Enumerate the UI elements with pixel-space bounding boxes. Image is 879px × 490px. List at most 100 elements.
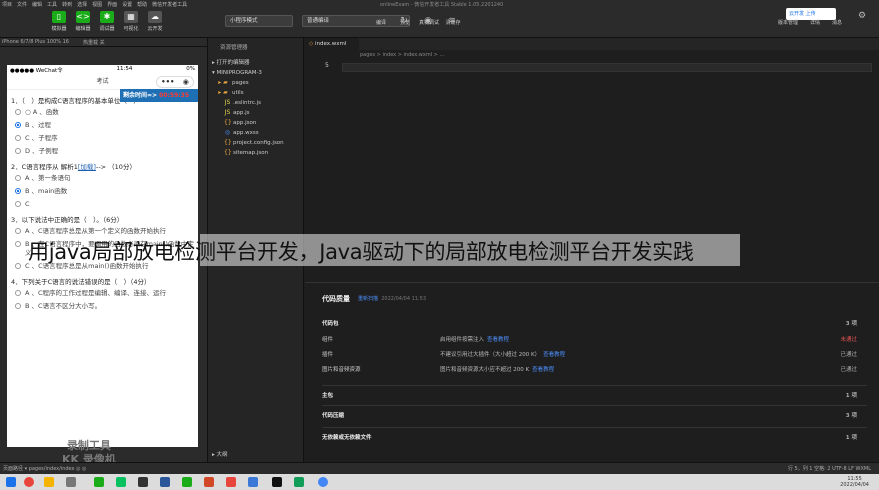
browser-icon[interactable] (24, 477, 34, 487)
close-circle-icon[interactable]: ◉ (183, 74, 189, 90)
more-icon[interactable]: ••• (161, 74, 174, 90)
capsule-menu[interactable]: ••• ◉ (156, 76, 194, 88)
answer-option[interactable]: C (7, 198, 198, 211)
debugger-toggle-button[interactable]: ✱ 调试器 (96, 11, 118, 32)
device-select[interactable]: iPhone 6/7/8 Plus 100% 16 (2, 39, 69, 45)
code-editor[interactable]: 5 (305, 60, 879, 255)
wechat-devtools-icon[interactable] (116, 477, 126, 487)
chrome-icon[interactable] (318, 477, 328, 487)
rescan-link[interactable]: 重新扫描 (358, 296, 378, 302)
file-tree-item[interactable]: ◎ app.wxss (208, 128, 303, 138)
file-tree-item[interactable]: {}sitemap.json (208, 148, 303, 158)
tutorial-link[interactable]: 查看教程 (543, 352, 565, 358)
radio-icon[interactable] (15, 263, 21, 269)
word-icon[interactable] (160, 477, 170, 487)
details-button[interactable]: 详情 (804, 19, 826, 26)
sheets-icon[interactable] (294, 477, 304, 487)
countdown-timer: 剩余时间=> 00:59:35 (120, 89, 198, 102)
file-tree-item[interactable]: JS .eslintrc.js (208, 98, 303, 108)
version-button[interactable]: 版本管理 (776, 19, 800, 26)
answer-option[interactable]: A 、C程序的工作过程是编辑、编译、连接、运行 (7, 287, 198, 300)
breadcrumb[interactable]: pages > index > index.wxml > ... (305, 50, 879, 60)
quality-section-row[interactable]: 主包 1 项 (322, 391, 867, 400)
question-stem: 2．C语言程序从 解析1[加载]--> （10分） (11, 163, 136, 171)
menu-item[interactable]: 选择 (77, 1, 87, 8)
answer-option[interactable]: ○ A 、函数 (7, 106, 198, 119)
refresh-icon[interactable]: ↻ (398, 15, 410, 27)
wechat-icon[interactable] (94, 477, 104, 487)
folder-icon: ▸ ▰ (218, 79, 228, 86)
file-tree-item[interactable]: ▸ ▰ pages (208, 78, 303, 88)
mode-select[interactable]: 小程序模式 (225, 15, 293, 27)
simulator-toggle-button[interactable]: ▯ 模拟器 (48, 11, 70, 32)
quality-section-row[interactable]: 代码包 3 项 (322, 319, 867, 328)
visual-button[interactable]: ▦ 可视化 (120, 11, 142, 32)
eye-icon[interactable]: ◉ (422, 15, 434, 27)
media-icon[interactable] (226, 477, 236, 487)
menu-item[interactable]: 设置 (122, 1, 132, 8)
menu-item[interactable]: 文件 (17, 1, 27, 8)
outline-section[interactable]: ▸ 大纲 (212, 450, 228, 460)
quality-item-row[interactable]: 图片和音频资源 图片和音频资源大小应不超过 200 K 查看教程 已通过 (322, 365, 867, 374)
open-editors-section[interactable]: ▸ 打开的编辑器 (208, 58, 303, 68)
answer-option[interactable]: C 、子程序 (7, 132, 198, 145)
question-stem: 4．下列关于C语言的说法错误的是（ ）（4分） (11, 278, 151, 286)
menu-item[interactable]: 转到 (62, 1, 72, 8)
menu-item[interactable]: 工具 (47, 1, 57, 8)
radio-icon[interactable] (15, 228, 21, 234)
hot-reload-toggle[interactable]: 热重载 关 (83, 39, 105, 46)
answer-option[interactable]: B 、main函数 (7, 185, 198, 198)
quality-section-row[interactable]: 无依赖或无依赖文件 1 项 (322, 433, 867, 442)
radio-icon[interactable] (15, 175, 21, 181)
quality-item-row[interactable]: 插件 不建议引用过大插件（大小超过 200 K） 查看教程 已通过 (322, 350, 867, 359)
settings-icon[interactable]: ⚙ (856, 10, 868, 22)
radio-icon[interactable] (15, 135, 21, 141)
menu-item[interactable]: 帮助 (137, 1, 147, 8)
question-link[interactable]: [加载] (78, 163, 96, 171)
video-app-icon[interactable] (272, 477, 282, 487)
ppt-icon[interactable] (204, 477, 214, 487)
file-tree-item[interactable]: {}project.config.json (208, 138, 303, 148)
messages-button[interactable]: 消息 (826, 19, 848, 26)
tutorial-link[interactable]: 查看教程 (487, 337, 509, 343)
folder-icon[interactable] (44, 477, 54, 487)
layers-icon[interactable]: ≋ (446, 15, 458, 27)
file-tree-item[interactable]: {}app.json (208, 118, 303, 128)
excel-icon[interactable] (182, 477, 192, 487)
radio-icon[interactable] (15, 303, 21, 309)
answer-option[interactable]: D 、子例程 (7, 145, 198, 158)
tab-index-wxml[interactable]: ◇ index.wxml (305, 38, 359, 50)
answer-option[interactable]: A 、第一条语句 (7, 172, 198, 185)
radio-icon[interactable] (15, 188, 21, 194)
cloud-dev-button[interactable]: ☁ 云开发 (144, 11, 166, 32)
menu-item[interactable]: 项目 (2, 1, 12, 8)
radio-icon[interactable] (15, 241, 21, 247)
file-tree-item[interactable]: ▸ ▰ utils (208, 88, 303, 98)
menu-item[interactable]: 视图 (92, 1, 102, 8)
menu-item[interactable]: 微信开发者工具 (152, 1, 187, 8)
project-section[interactable]: ▾ MINIPROGRAM-3 (208, 68, 303, 78)
editor-app-icon[interactable] (248, 477, 258, 487)
quality-section-row[interactable]: 代码压缩 3 项 (322, 411, 867, 420)
radio-icon[interactable] (15, 122, 21, 128)
radio-icon[interactable] (15, 201, 21, 207)
editor-tabs: ◇ index.wxml (305, 38, 879, 50)
terminal-icon[interactable] (138, 477, 148, 487)
start-icon[interactable] (6, 477, 16, 487)
answer-option[interactable]: B 、C语言不区分大小写。 (7, 300, 198, 313)
file-tree-item[interactable]: JS app.js (208, 108, 303, 118)
menu-item[interactable]: 界面 (107, 1, 117, 8)
app-icon[interactable] (66, 477, 76, 487)
radio-icon[interactable] (15, 109, 21, 115)
menu-item[interactable]: 编辑 (32, 1, 42, 8)
tutorial-link[interactable]: 查看教程 (532, 367, 554, 373)
answer-option[interactable]: B 、过程 (7, 119, 198, 132)
quality-title: 代码质量 (322, 295, 350, 303)
radio-icon[interactable] (15, 290, 21, 296)
compile-button[interactable]: 编译 (370, 19, 392, 26)
radio-icon[interactable] (15, 148, 21, 154)
layout-icon: ▦ (124, 11, 138, 23)
quality-item-row[interactable]: 组件 启用组件按需注入 查看教程 未通过 (322, 335, 867, 344)
editor-toggle-button[interactable]: <> 编辑器 (72, 11, 94, 32)
js-file-icon: JS (224, 99, 231, 106)
